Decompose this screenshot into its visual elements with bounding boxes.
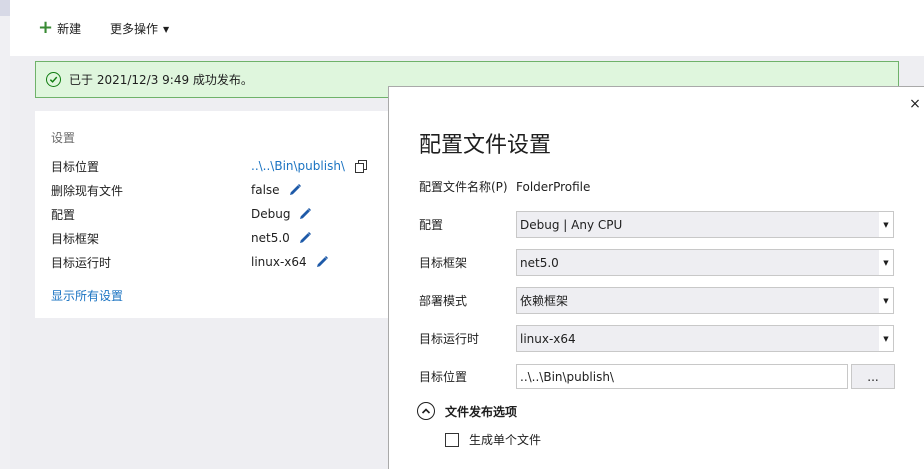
dialog-title: 配置文件设置: [419, 133, 552, 158]
setting-value: net5.0: [251, 231, 312, 245]
setting-row-configuration: 配置 Debug: [51, 204, 391, 224]
profile-name-value: FolderProfile: [516, 179, 591, 194]
deployment-mode-select[interactable]: 依赖框架 ▼: [516, 287, 894, 314]
setting-label: 目标运行时: [51, 255, 112, 270]
setting-label: 配置: [51, 207, 76, 222]
toolbar: + 新建 更多操作 ▼: [10, 0, 924, 56]
more-actions-label: 更多操作: [110, 21, 159, 36]
target-framework-select[interactable]: net5.0 ▼: [516, 249, 894, 276]
setting-row-target-runtime: 目标运行时 linux-x64: [51, 252, 391, 272]
chevron-down-icon: ▼: [879, 326, 893, 351]
setting-value-text: false: [251, 183, 280, 197]
setting-row-delete-existing: 删除现有文件 false: [51, 180, 391, 200]
setting-label: 删除现有文件: [51, 183, 124, 198]
setting-label: 目标框架: [51, 231, 100, 246]
target-location-input[interactable]: [516, 364, 848, 389]
setting-row-target-location: 目标位置 ..\..\Bin\publish\: [51, 156, 391, 176]
chevron-down-icon: ▼: [163, 24, 170, 34]
more-actions-button[interactable]: 更多操作 ▼: [110, 18, 169, 38]
target-framework-selected-value: net5.0: [520, 255, 559, 270]
profile-name-row: 配置文件名称(P) FolderProfile: [419, 173, 899, 200]
profile-settings-dialog: × 配置文件设置 配置文件名称(P) FolderProfile 配置 Debu…: [388, 86, 924, 469]
collapse-chevron-up-icon: [417, 402, 435, 420]
settings-heading: 设置: [51, 131, 76, 145]
profile-name-label: 配置文件名称(P): [419, 180, 508, 194]
deployment-mode-label: 部署模式: [419, 294, 468, 308]
deployment-mode-row: 部署模式 依赖框架 ▼: [419, 287, 899, 314]
new-button[interactable]: + 新建: [38, 18, 81, 38]
file-publish-options-header[interactable]: 文件发布选项: [417, 402, 517, 420]
configuration-row: 配置 Debug | Any CPU ▼: [419, 211, 899, 238]
chevron-down-icon: ▼: [879, 212, 893, 237]
setting-value-text: net5.0: [251, 231, 290, 245]
target-framework-label: 目标框架: [419, 256, 468, 270]
file-publish-options-title: 文件发布选项: [445, 404, 518, 419]
single-file-checkbox[interactable]: [445, 432, 459, 447]
target-runtime-label: 目标运行时: [419, 332, 480, 346]
target-location-row: 目标位置 ...: [419, 363, 899, 390]
show-all-settings-link[interactable]: 显示所有设置: [51, 287, 123, 304]
configuration-selected-value: Debug | Any CPU: [520, 217, 623, 232]
chevron-down-icon: ▼: [879, 288, 893, 313]
setting-row-target-framework: 目标框架 net5.0: [51, 228, 391, 248]
target-framework-row: 目标框架 net5.0 ▼: [419, 249, 899, 276]
pencil-icon[interactable]: [315, 255, 329, 269]
pencil-icon[interactable]: [288, 183, 302, 197]
single-file-option[interactable]: 生成单个文件: [445, 431, 541, 448]
setting-value: linux-x64: [251, 255, 329, 269]
chevron-down-icon: ▼: [879, 250, 893, 275]
setting-label: 目标位置: [51, 159, 100, 174]
left-edge-marker: [0, 0, 10, 16]
setting-value: Debug: [251, 207, 312, 221]
setting-value-text: linux-x64: [251, 255, 307, 269]
deployment-mode-selected-value: 依赖框架: [520, 294, 569, 308]
single-file-label: 生成单个文件: [469, 433, 542, 447]
target-runtime-selected-value: linux-x64: [520, 331, 576, 346]
settings-summary-card: 设置 目标位置 ..\..\Bin\publish\ 删除现有文件 false …: [35, 111, 395, 318]
setting-value-text: Debug: [251, 207, 291, 221]
configuration-label: 配置: [419, 218, 444, 232]
plus-icon: +: [38, 17, 54, 38]
pencil-icon[interactable]: [298, 231, 312, 245]
target-location-link[interactable]: ..\..\Bin\publish\: [251, 159, 345, 173]
copy-icon[interactable]: [354, 159, 367, 173]
browse-button[interactable]: ...: [851, 364, 895, 389]
setting-value: false: [251, 183, 302, 197]
success-check-icon: [46, 72, 61, 87]
target-runtime-select[interactable]: linux-x64 ▼: [516, 325, 894, 352]
new-button-label: 新建: [57, 21, 82, 36]
pencil-icon[interactable]: [298, 207, 312, 221]
left-edge-strip: [0, 0, 10, 469]
close-icon[interactable]: ×: [908, 96, 922, 112]
target-location-label: 目标位置: [419, 370, 468, 384]
banner-message: 已于 2021/12/3 9:49 成功发布。: [69, 73, 253, 87]
configuration-select[interactable]: Debug | Any CPU ▼: [516, 211, 894, 238]
target-runtime-row: 目标运行时 linux-x64 ▼: [419, 325, 899, 352]
